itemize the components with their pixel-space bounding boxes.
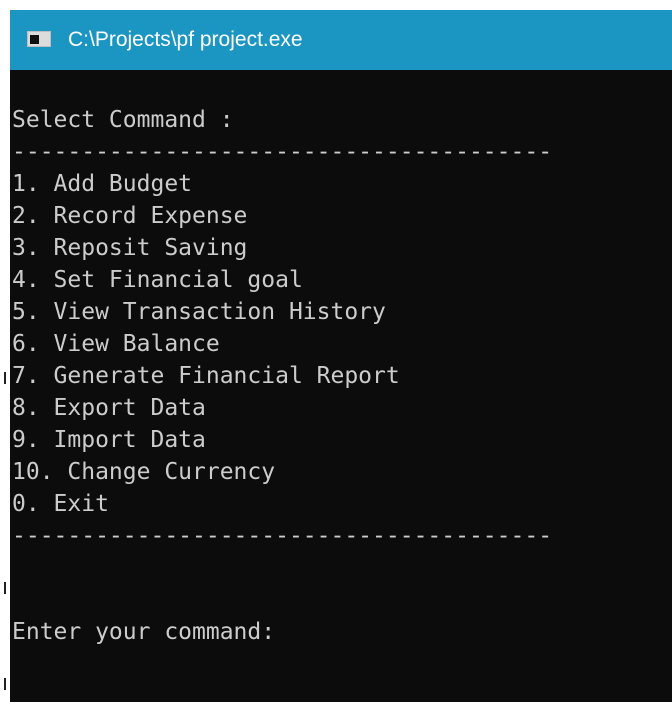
edge-mark — [4, 678, 6, 690]
console-output[interactable]: Select Command : -----------------------… — [10, 70, 672, 702]
console-window-icon — [27, 31, 51, 47]
menu-item-import-data: 9. Import Data — [12, 427, 206, 453]
window-title: C:\Projects\pf project.exe — [68, 28, 303, 51]
prompt-header: Select Command : — [12, 107, 234, 133]
console-window-icon-screen — [30, 35, 39, 44]
edge-mark — [4, 372, 6, 384]
menu-item-add-budget: 1. Add Budget — [12, 171, 193, 197]
separator-bottom: --------------------------------------- — [12, 523, 553, 549]
menu-item-view-transaction-history: 5. View Transaction History — [12, 299, 386, 325]
menu-item-export-data: 8. Export Data — [12, 395, 206, 421]
title-bar[interactable]: C:\Projects\pf project.exe — [10, 10, 672, 70]
menu-item-exit: 0. Exit — [12, 491, 109, 517]
separator-top: --------------------------------------- — [12, 139, 553, 165]
menu-item-change-currency: 10. Change Currency — [12, 459, 276, 485]
menu-item-generate-financial-report: 7. Generate Financial Report — [12, 363, 400, 389]
edge-mark — [4, 582, 6, 594]
menu-item-record-expense: 2. Record Expense — [12, 203, 248, 229]
window-left-edge — [0, 10, 10, 702]
menu-item-set-financial-goal: 4. Set Financial goal — [12, 267, 303, 293]
input-prompt[interactable]: Enter your command: — [12, 616, 275, 648]
console-window[interactable]: C:\Projects\pf project.exe Select Comman… — [10, 10, 672, 702]
menu-item-reposit-saving: 3. Reposit Saving — [12, 235, 248, 261]
menu-item-view-balance: 6. View Balance — [12, 331, 220, 357]
